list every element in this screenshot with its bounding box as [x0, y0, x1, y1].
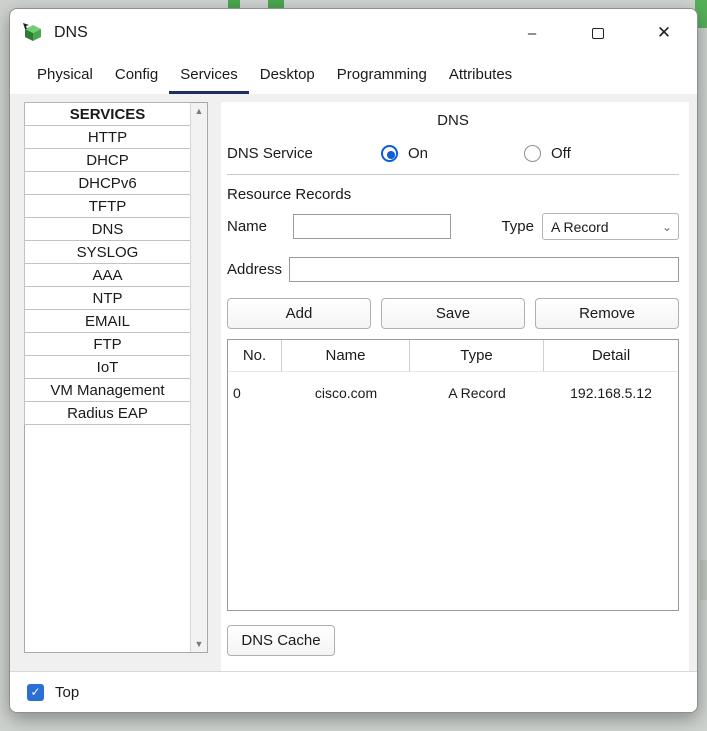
sidebar-item-dhcp[interactable]: DHCP: [24, 148, 191, 172]
dns-service-row: DNS Service On Off: [227, 145, 679, 175]
records-table[interactable]: No. Name Type Detail 0 cisco.com A Recor…: [227, 339, 679, 611]
name-label: Name: [227, 218, 268, 235]
services-list: SERVICES HTTP DHCP DHCPv6 TFTP DNS SYSLO…: [24, 102, 191, 652]
tab-programming[interactable]: Programming: [326, 57, 438, 94]
titlebar[interactable]: DNS – ✕: [10, 9, 697, 57]
window-title: DNS: [54, 24, 88, 41]
services-sidebar: SERVICES HTTP DHCP DHCPv6 TFTP DNS SYSLO…: [24, 102, 208, 653]
header-type: Type: [410, 340, 544, 372]
top-checkbox[interactable]: ✓: [27, 683, 44, 701]
add-button[interactable]: Add: [227, 298, 371, 329]
dns-cache-button[interactable]: DNS Cache: [227, 625, 335, 656]
address-row: Address: [227, 257, 679, 282]
header-name: Name: [282, 340, 410, 372]
dns-service-panel: DNS DNS Service On Off Resource Records …: [221, 102, 689, 671]
window-footer: ✓ Top: [10, 671, 697, 712]
background-artifact: [700, 560, 707, 600]
services-header: SERVICES: [24, 102, 191, 126]
top-checkbox-label: Top: [55, 683, 80, 701]
panel-title: DNS: [437, 112, 469, 129]
tab-bar: Physical Config Services Desktop Program…: [10, 57, 697, 94]
save-button[interactable]: Save: [381, 298, 525, 329]
type-label: Type: [501, 218, 534, 235]
cell-no: 0: [233, 385, 241, 401]
dns-service-on-radio[interactable]: [381, 145, 398, 162]
resource-records-label: Resource Records: [227, 186, 352, 203]
sidebar-item-email[interactable]: EMAIL: [24, 309, 191, 333]
record-actions: Add Save Remove: [227, 298, 679, 329]
tab-services[interactable]: Services: [169, 57, 249, 94]
scroll-down-icon[interactable]: ▼: [195, 638, 204, 650]
app-icon: [23, 23, 41, 41]
minimize-icon: –: [527, 24, 537, 42]
minimize-button[interactable]: –: [499, 9, 565, 57]
dns-service-off-radio[interactable]: [524, 145, 542, 162]
sidebar-item-aaa[interactable]: AAA: [24, 263, 191, 287]
close-icon: ✕: [656, 23, 672, 42]
record-type-value: A Record: [551, 218, 609, 235]
address-label: Address: [227, 261, 283, 278]
scroll-up-icon[interactable]: ▲: [195, 105, 204, 117]
on-radio-label: On: [408, 145, 429, 162]
maximize-icon: [592, 27, 604, 39]
off-radio-label: Off: [551, 145, 571, 162]
remove-button[interactable]: Remove: [535, 298, 679, 329]
sidebar-item-tftp[interactable]: TFTP: [24, 194, 191, 218]
sidebar-item-ftp[interactable]: FTP: [24, 332, 191, 356]
tab-attributes[interactable]: Attributes: [438, 57, 523, 94]
name-type-row: Name Type A Record ⌄: [227, 213, 679, 240]
sidebar-item-radius-eap[interactable]: Radius EAP: [24, 401, 191, 425]
sidebar-scrollbar[interactable]: ▲ ▼: [190, 103, 207, 652]
header-no: No.: [228, 340, 282, 372]
sidebar-item-dns[interactable]: DNS: [24, 217, 191, 241]
check-icon: ✓: [30, 685, 41, 699]
cell-name: cisco.com: [314, 385, 378, 401]
tab-physical[interactable]: Physical: [26, 57, 104, 94]
cache-row: DNS Cache: [227, 625, 679, 656]
sidebar-item-ntp[interactable]: NTP: [24, 286, 191, 310]
table-header-row: No. Name Type Detail: [228, 340, 678, 372]
cell-type: A Record: [448, 385, 506, 401]
header-detail: Detail: [544, 340, 678, 372]
maximize-button[interactable]: [565, 9, 631, 57]
close-button[interactable]: ✕: [631, 9, 697, 57]
tab-config[interactable]: Config: [104, 57, 169, 94]
dns-service-label: DNS Service: [227, 145, 313, 162]
name-input[interactable]: [293, 214, 451, 239]
tab-desktop[interactable]: Desktop: [249, 57, 326, 94]
record-type-select[interactable]: A Record ⌄: [542, 213, 679, 240]
content-area: SERVICES HTTP DHCP DHCPv6 TFTP DNS SYSLO…: [10, 94, 697, 671]
cell-detail: 192.168.5.12: [570, 385, 652, 401]
dns-server-window: DNS – ✕ Physical Config Services Desktop…: [9, 8, 698, 713]
sidebar-item-dhcpv6[interactable]: DHCPv6: [24, 171, 191, 195]
table-row[interactable]: 0 cisco.com A Record 192.168.5.12: [228, 372, 678, 414]
chevron-down-icon: ⌄: [661, 219, 672, 234]
sidebar-item-iot[interactable]: IoT: [24, 355, 191, 379]
sidebar-item-vm-management[interactable]: VM Management: [24, 378, 191, 402]
address-input[interactable]: [289, 257, 679, 282]
sidebar-item-http[interactable]: HTTP: [24, 125, 191, 149]
sidebar-item-syslog[interactable]: SYSLOG: [24, 240, 191, 264]
